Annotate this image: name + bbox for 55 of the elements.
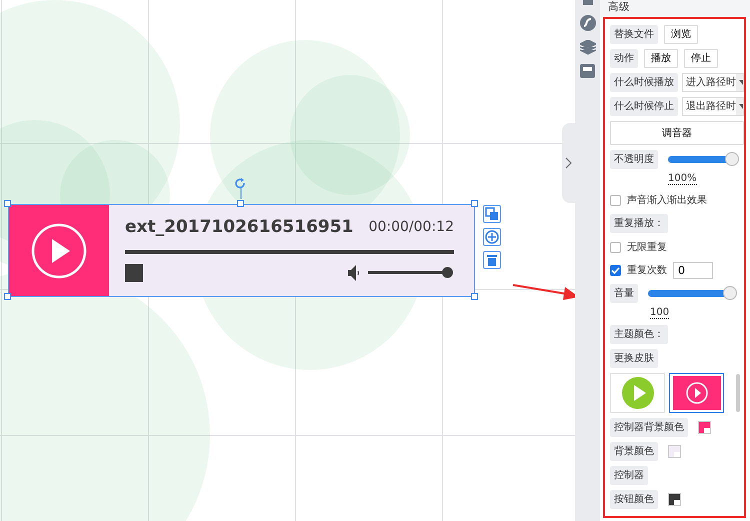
section-label: 主题颜色：: [610, 325, 668, 344]
resize-handle[interactable]: [4, 200, 11, 207]
volume-slider[interactable]: [368, 267, 454, 278]
slider[interactable]: [668, 152, 739, 166]
stop-button[interactable]: [125, 264, 143, 282]
color-swatch[interactable]: [668, 445, 681, 458]
resize-handle[interactable]: [4, 293, 11, 300]
checkbox[interactable]: [610, 194, 621, 206]
add-icon[interactable]: [485, 230, 499, 244]
section-label: 重复播放：: [610, 214, 668, 233]
resize-handle[interactable]: [237, 200, 244, 207]
rotate-handle[interactable]: [235, 178, 247, 199]
panel-title: 高级: [600, 0, 750, 17]
skin-option[interactable]: [669, 373, 724, 413]
track-title: ext_2017102616516951: [125, 216, 354, 239]
tray-icon[interactable]: [580, 64, 595, 78]
field-label: 什么时候停止: [610, 97, 678, 116]
field-label: 不透明度: [610, 150, 658, 169]
scrollbar[interactable]: [736, 374, 740, 412]
field-label: 动作: [610, 49, 638, 68]
section-label: 更换皮肤: [610, 349, 658, 368]
resize-handle[interactable]: [471, 200, 478, 207]
checkbox-label: 声音渐入渐出效果: [627, 194, 707, 208]
checkbox-label: 无限重复: [627, 240, 667, 254]
field-label: 按钮颜色: [610, 490, 658, 509]
trash-icon[interactable]: [485, 253, 499, 267]
slider-value: 100%: [668, 173, 697, 185]
resize-handle[interactable]: [471, 293, 478, 300]
chevron-right-icon: [565, 157, 572, 169]
field-label: 控制器: [610, 466, 648, 485]
color-swatch[interactable]: [668, 493, 681, 506]
speaker-icon[interactable]: [348, 264, 360, 280]
time-display: 00:00/00:12: [368, 218, 454, 238]
checkbox[interactable]: [610, 242, 621, 252]
checkbox-label: 重复次数: [627, 264, 667, 278]
field-label: 音量: [610, 284, 638, 303]
play-icon[interactable]: [30, 222, 88, 280]
field-label: 控制器背景颜色: [610, 418, 688, 437]
number-field[interactable]: 0: [673, 262, 713, 278]
field-label: 什么时候播放: [610, 73, 678, 92]
dropdown[interactable]: 退出路径时: [682, 97, 744, 116]
action-button[interactable]: 浏览: [664, 25, 698, 44]
action-button[interactable]: 播放: [644, 49, 678, 68]
slider-value: 100: [650, 307, 670, 319]
layers-icon[interactable]: [580, 40, 596, 55]
copy-icon[interactable]: [485, 207, 499, 221]
slider[interactable]: [648, 286, 737, 300]
action-button[interactable]: 停止: [684, 49, 718, 68]
checkbox[interactable]: [610, 264, 621, 276]
pointer-arrow: [512, 284, 575, 300]
mixer-button[interactable]: 调音器: [610, 121, 744, 145]
color-swatch[interactable]: [698, 421, 711, 434]
dropdown[interactable]: 进入路径时: [682, 73, 744, 92]
field-label: 替换文件: [610, 25, 658, 44]
field-label: 背景颜色: [610, 442, 658, 461]
